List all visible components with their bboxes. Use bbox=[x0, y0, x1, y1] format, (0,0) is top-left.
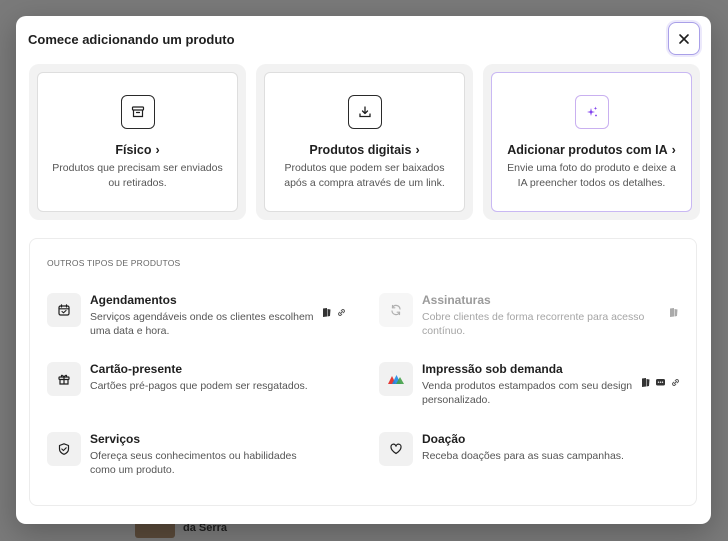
app-logo-icon bbox=[668, 307, 679, 318]
add-product-modal: Comece adicionando um produto Físico › Pr… bbox=[16, 16, 711, 524]
card-description: Envie uma foto do produto e deixe a IA p… bbox=[507, 162, 676, 189]
chat-icon bbox=[655, 377, 666, 388]
option-text: Cartão-presente Cartões pré-pagos que po… bbox=[90, 362, 325, 393]
option-title: Assinaturas bbox=[422, 293, 491, 307]
option-description: Venda produtos estampados com seu design… bbox=[422, 380, 633, 406]
option-text: Impressão sob demanda Venda produtos est… bbox=[422, 362, 657, 407]
card-description: Produtos que precisam ser enviados ou re… bbox=[52, 162, 223, 189]
card-physical[interactable]: Físico › Produtos que precisam ser enviad… bbox=[37, 72, 238, 212]
option-text: Assinaturas Cobre clientes de forma reco… bbox=[422, 293, 657, 338]
option-description: Cartões pré-pagos que podem ser resgatad… bbox=[90, 380, 308, 392]
option-servicos[interactable]: Serviços Ofereça seus conhecimentos ou h… bbox=[47, 432, 325, 477]
option-badges bbox=[640, 377, 681, 388]
download-icon bbox=[347, 95, 382, 129]
option-cartao-presente[interactable]: Cartão-presente Cartões pré-pagos que po… bbox=[47, 362, 325, 396]
option-title: Doação bbox=[422, 432, 466, 446]
card-digital-wrapper: Produtos digitais › Produtos que podem se… bbox=[256, 64, 473, 220]
chevron-right-icon: › bbox=[155, 143, 160, 157]
card-digital[interactable]: Produtos digitais › Produtos que podem se… bbox=[264, 72, 465, 212]
card-physical-wrapper: Físico › Produtos que precisam ser enviad… bbox=[29, 64, 246, 220]
shield-icon bbox=[47, 432, 81, 466]
close-icon bbox=[679, 33, 689, 44]
option-description: Receba doações para as suas campanhas. bbox=[422, 450, 624, 462]
box-icon bbox=[120, 95, 155, 129]
option-text: Agendamentos Serviços agendáveis onde os… bbox=[90, 293, 325, 338]
option-description: Ofereça seus conhecimentos ou habilidade… bbox=[90, 450, 297, 476]
card-ai-wrapper: Adicionar produtos com IA › Envie uma fot… bbox=[483, 64, 700, 220]
card-description: Produtos que podem ser baixados após a c… bbox=[284, 162, 445, 189]
card-title: Físico › bbox=[115, 143, 160, 157]
calendar-icon bbox=[47, 293, 81, 327]
option-impressao-sob-demanda[interactable]: Impressão sob demanda Venda produtos est… bbox=[379, 362, 657, 407]
link-icon bbox=[670, 377, 681, 388]
option-description: Serviços agendáveis onde os clientes esc… bbox=[90, 311, 314, 337]
option-badges bbox=[321, 307, 347, 318]
link-icon bbox=[336, 307, 347, 318]
sparkle-icon bbox=[574, 95, 609, 129]
option-text: Serviços Ofereça seus conhecimentos ou h… bbox=[90, 432, 325, 477]
refresh-icon bbox=[379, 293, 413, 327]
option-title: Impressão sob demanda bbox=[422, 362, 563, 376]
chevron-right-icon: › bbox=[415, 143, 420, 157]
option-title: Serviços bbox=[90, 432, 141, 446]
close-button[interactable] bbox=[668, 22, 700, 55]
app-logo-icon bbox=[640, 377, 651, 388]
section-heading: OUTROS TIPOS DE PRODUTOS bbox=[47, 258, 181, 268]
app-logo-icon bbox=[321, 307, 332, 318]
product-type-cards: Físico › Produtos que precisam ser enviad… bbox=[29, 64, 700, 220]
option-text: Doação Receba doações para as suas campa… bbox=[422, 432, 657, 463]
option-agendamentos[interactable]: Agendamentos Serviços agendáveis onde os… bbox=[47, 293, 325, 338]
other-product-types: OUTROS TIPOS DE PRODUTOS Agendamentos Se… bbox=[29, 238, 697, 506]
gift-icon bbox=[47, 362, 81, 396]
chevron-right-icon: › bbox=[671, 143, 676, 157]
option-badges bbox=[668, 307, 679, 318]
heart-icon bbox=[379, 432, 413, 466]
card-title: Adicionar produtos com IA › bbox=[507, 143, 676, 157]
modal-title: Comece adicionando um produto bbox=[28, 32, 235, 47]
card-title: Produtos digitais › bbox=[309, 143, 420, 157]
option-title: Cartão-presente bbox=[90, 362, 183, 376]
card-ai[interactable]: Adicionar produtos com IA › Envie uma fot… bbox=[491, 72, 692, 212]
option-doacao[interactable]: Doação Receba doações para as suas campa… bbox=[379, 432, 657, 466]
print-logo-icon bbox=[379, 362, 413, 396]
option-title: Agendamentos bbox=[90, 293, 177, 307]
option-assinaturas[interactable]: Assinaturas Cobre clientes de forma reco… bbox=[379, 293, 657, 338]
option-description: Cobre clientes de forma recorrente para … bbox=[422, 311, 645, 337]
